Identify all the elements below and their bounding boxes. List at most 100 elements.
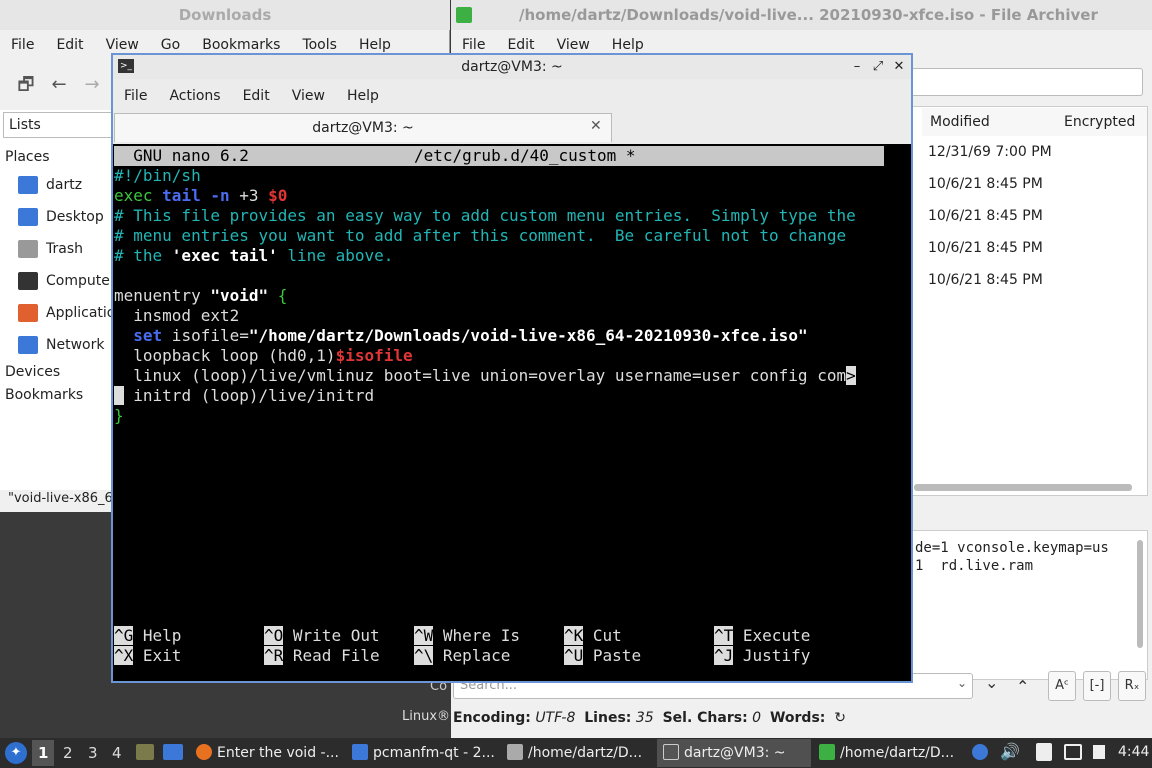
terminal-icon: >_: [118, 59, 134, 73]
horizontal-scrollbar[interactable]: [914, 484, 1132, 491]
maximize-icon[interactable]: ⤢: [871, 60, 885, 74]
fm-menu-file[interactable]: File: [0, 31, 45, 59]
archive-icon: [819, 744, 835, 760]
clipboard-icon[interactable]: [1036, 743, 1052, 761]
refresh-icon[interactable]: ↻: [834, 710, 846, 726]
search-up-icon[interactable]: ⌃: [1016, 677, 1029, 696]
shortcut-where-is[interactable]: ^W Where Is: [414, 626, 520, 646]
files-launcher-icon[interactable]: [136, 744, 154, 760]
battery-icon: [1093, 745, 1105, 759]
task-firefox[interactable]: Enter the void -...: [196, 740, 339, 766]
preview-line: 1 rd.live.ram: [915, 558, 1034, 574]
archive-file-list[interactable]: [912, 106, 1148, 496]
shortcut-cut[interactable]: ^K Cut: [564, 626, 622, 646]
chevron-down-icon[interactable]: ⌄: [957, 676, 967, 690]
back-arrow-icon[interactable]: ←: [47, 73, 71, 97]
table-row[interactable]: 12/31/69 7:00 PM: [928, 144, 1052, 160]
code-line: # the 'exec tail' line above.: [114, 246, 394, 265]
term-menu-view[interactable]: View: [281, 82, 336, 110]
term-menu-file[interactable]: File: [113, 82, 158, 110]
terminal-tab[interactable]: dartz@VM3: ~: [114, 113, 612, 142]
whole-word-icon[interactable]: [‑]: [1083, 671, 1111, 701]
place-applications[interactable]: Applicatio: [18, 304, 115, 322]
term-menu-edit[interactable]: Edit: [232, 82, 281, 110]
trash-icon: [18, 240, 38, 258]
new-window-icon[interactable]: 🗗: [14, 73, 38, 97]
code-line: menuentry "void" {: [114, 286, 288, 305]
shortcut-exit[interactable]: ^X Exit: [114, 646, 181, 666]
term-menu-actions[interactable]: Actions: [158, 82, 231, 110]
tab-close-icon[interactable]: ✕: [590, 118, 602, 134]
search-down-icon[interactable]: ⌄: [985, 673, 998, 692]
task-pcmanfm[interactable]: pcmanfm-qt - 2...: [352, 740, 495, 766]
network-tray-icon[interactable]: [972, 744, 988, 760]
nano-header: GNU nano 6.2/etc/grub.d/40_custom *: [114, 146, 884, 166]
lines-label: Lines:: [584, 710, 632, 726]
encoding-value: UTF-8: [535, 710, 576, 726]
shortcut-replace[interactable]: ^\ Replace: [414, 646, 510, 666]
table-row[interactable]: 10/6/21 8:45 PM: [928, 176, 1043, 192]
place-trash[interactable]: Trash: [18, 240, 83, 258]
workspace-2[interactable]: 2: [63, 744, 73, 762]
tab-label: dartz@VM3: ~: [312, 120, 414, 136]
table-row[interactable]: 10/6/21 8:45 PM: [928, 272, 1043, 288]
code-line: #!/bin/sh: [114, 166, 201, 185]
shortcut-execute[interactable]: ^T Execute: [714, 626, 810, 646]
terminal-icon: [663, 744, 679, 760]
minimize-icon[interactable]: –: [850, 60, 864, 74]
code-line: exec tail -n +3 $0: [114, 186, 288, 205]
clock[interactable]: 4:44: [1118, 744, 1149, 760]
side-pane-dropdown[interactable]: Lists: [3, 112, 113, 138]
shortcut-write-out[interactable]: ^O Write Out: [264, 626, 380, 646]
nano-editor[interactable]: GNU nano 6.2/etc/grub.d/40_custom * #!/b…: [113, 144, 911, 681]
table-row[interactable]: 10/6/21 8:45 PM: [928, 240, 1043, 256]
volume-icon[interactable]: 🔊: [1000, 742, 1020, 761]
sel-chars-value: 0: [752, 710, 762, 726]
workspace-4[interactable]: 4: [112, 744, 122, 762]
vertical-scrollbar[interactable]: [1137, 540, 1143, 648]
column-encrypted[interactable]: Encrypted: [1056, 108, 1148, 136]
desktop-launcher-icon[interactable]: [163, 744, 183, 760]
file-manager-sidebar: [0, 110, 112, 490]
editor-statusbar: Encoding: UTF-8 Lines: 35 Sel. Chars: 0 …: [451, 706, 1152, 730]
place-computer[interactable]: Compute: [18, 272, 110, 290]
task-archiver[interactable]: /home/dartz/D...: [819, 740, 954, 766]
table-row[interactable]: 10/6/21 8:45 PM: [928, 208, 1043, 224]
shortcut-read-file[interactable]: ^R Read File: [264, 646, 380, 666]
start-menu-icon[interactable]: ✦: [5, 742, 27, 764]
bookmarks-header: Bookmarks: [5, 387, 84, 403]
file-manager-status: "void-live-x86_6: [8, 491, 112, 506]
task-text-editor[interactable]: /home/dartz/D...: [507, 740, 642, 766]
shortcut-paste[interactable]: ^U Paste: [564, 646, 641, 666]
workspace-1[interactable]: 1: [38, 744, 48, 762]
code-line: # This file provides an easy way to add …: [114, 206, 856, 225]
code-line: set isofile="/home/dartz/Downloads/void-…: [133, 326, 808, 345]
file-preview-text: de=1 vconsole.keymap=us 1 rd.live.ram: [912, 530, 1148, 680]
term-menu-help[interactable]: Help: [336, 82, 390, 110]
fm-menu-edit[interactable]: Edit: [45, 31, 94, 59]
forward-arrow-icon[interactable]: →: [80, 73, 104, 97]
terminal-menu: File Actions Edit View Help: [113, 82, 390, 110]
devices-header: Devices: [5, 364, 61, 380]
close-icon[interactable]: ✕: [892, 60, 906, 74]
shortcut-help[interactable]: ^G Help: [114, 626, 181, 646]
code-line: linux (loop)/live/vmlinuz boot=live unio…: [114, 366, 856, 385]
workspace-3[interactable]: 3: [88, 744, 98, 762]
desktop-icon: [18, 208, 38, 226]
shortcut-justify[interactable]: ^J Justify: [714, 646, 810, 666]
match-case-icon[interactable]: Aᶜ: [1048, 671, 1076, 701]
network-icon: [18, 336, 38, 354]
location-field[interactable]: [905, 68, 1143, 96]
applications-icon: [18, 304, 38, 322]
place-desktop[interactable]: Desktop: [18, 208, 104, 226]
place-network[interactable]: Network: [18, 336, 104, 354]
sel-chars-label: Sel. Chars:: [662, 710, 748, 726]
task-terminal[interactable]: dartz@VM3: ~: [663, 740, 786, 766]
terminal-title: dartz@VM3: ~: [113, 55, 911, 79]
device-tray-icon[interactable]: [1064, 744, 1082, 760]
place-dartz[interactable]: dartz: [18, 176, 82, 194]
column-modified[interactable]: Modified: [922, 108, 1057, 136]
regex-icon[interactable]: Rₓ: [1118, 671, 1146, 701]
archiver-title: /home/dartz/Downloads/void-live... 20210…: [451, 0, 1152, 30]
code-line: loopback loop (hd0,1)$isofile: [114, 346, 413, 365]
